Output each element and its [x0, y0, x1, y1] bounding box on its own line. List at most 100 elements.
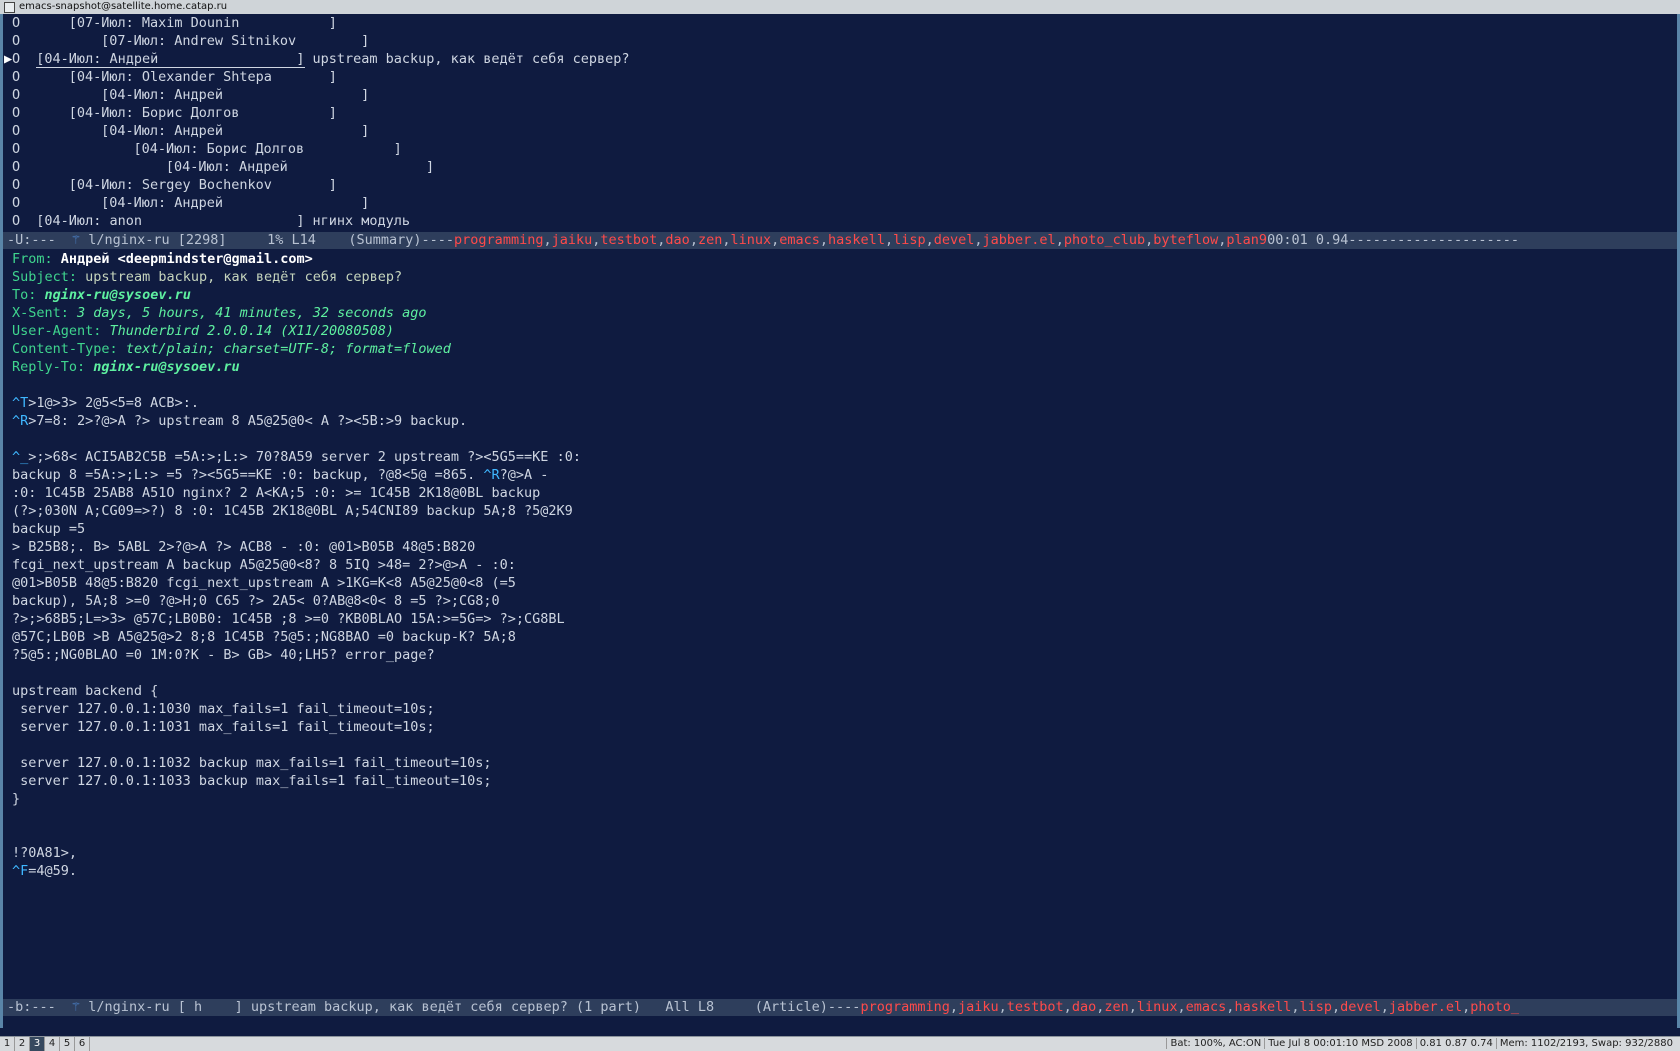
header-name: X-Sent: — [12, 305, 69, 321]
header-name: Content-Type: — [12, 341, 118, 357]
header-name: Subject: — [12, 269, 78, 285]
group-name: haskell — [1234, 999, 1292, 1015]
window-titlebar: emacs-snapshot@satellite.home.catap.ru — [0, 0, 1680, 15]
group-name: jabber.el — [982, 232, 1056, 248]
workspace-button[interactable]: 2 — [15, 1037, 30, 1051]
group-separator: , — [925, 232, 934, 248]
group-name: plan9 — [1226, 232, 1268, 248]
header-name: To: — [12, 287, 37, 303]
header-name: Reply-To: — [12, 359, 86, 375]
body-text: > B25B8;. B> 5ABL 2>?@>A ?> ACB8 - :0: @… — [12, 539, 476, 555]
summary-author: [04-Июл: Olexander Shtepa ] — [68, 69, 337, 85]
group-name: dao — [1071, 999, 1097, 1015]
summary-line[interactable]: O [04-Июл: Андрей ] — [3, 86, 1677, 104]
header-value: 3 days, 5 hours, 41 minutes, 32 seconds … — [77, 305, 427, 321]
group-name: testbot — [1006, 999, 1064, 1015]
modeline-right: 00:01 0.94--------------------- — [1267, 232, 1520, 248]
modeline-buffer-info: l/nginx-ru [ h ] upstream backup, как ве… — [80, 999, 861, 1015]
body-text: ?5@5:;NG0BLAO =0 1M:0?K - B> GB> 40;LH5?… — [12, 647, 435, 663]
header-line: Subject: upstream backup, как ведёт себя… — [3, 268, 1677, 286]
taskbar: 123456 Bat: 100%, AC:ON Tue Jul 8 00:01:1… — [0, 1036, 1680, 1051]
header-value: Андрей <deepmindster@gmail.com> — [60, 251, 313, 267]
summary-author: [07-Июл: Maxim Dounin ] — [68, 15, 337, 31]
body-line: backup 8 =5A:>;L:> =5 ?><5G5==KE :0: bac… — [3, 466, 1677, 484]
group-name: testbot — [600, 232, 658, 248]
summary-line[interactable]: O [04-Июл: Борис Долгов ] — [3, 104, 1677, 122]
body-line — [3, 376, 1677, 394]
group-name: emacs — [1185, 999, 1227, 1015]
article-mark: O — [12, 177, 21, 193]
control-char: ^R — [12, 413, 29, 429]
summary-author: [04-Июл: Андрей ] — [101, 123, 370, 139]
summary-line[interactable]: O [04-Июл: Андрей ] — [3, 194, 1677, 212]
summary-line[interactable]: O [04-Июл: Sergey Bochenkov ] — [3, 176, 1677, 194]
body-line — [3, 808, 1677, 826]
summary-author: [07-Июл: Andrew Sitnikov ] — [101, 33, 370, 49]
group-separator: , — [1332, 999, 1341, 1015]
body-text: :0: 1C45B 25AB8 A51O nginx? 2 A<KA;5 :0:… — [12, 485, 541, 501]
workspace-button[interactable]: 6 — [75, 1037, 90, 1051]
summary-line[interactable]: O [04-Июл: Борис Долгов ] — [3, 140, 1677, 158]
article-mark: O — [12, 33, 21, 49]
group-separator: , — [689, 232, 698, 248]
group-name: linux — [730, 232, 772, 248]
group-name: byteflow — [1153, 232, 1219, 248]
window-icon[interactable] — [4, 2, 15, 13]
body-text: =4@59. — [28, 863, 78, 879]
summary-line[interactable]: O [07-Июл: Maxim Dounin ] — [3, 14, 1677, 32]
group-name: linux — [1136, 999, 1178, 1015]
group-separator: , — [974, 232, 983, 248]
body-line: fcgi_next_upstream A backup A5@25@0<8? 8… — [3, 556, 1677, 574]
summary-line[interactable]: O [04-Июл: Андрей ] — [3, 122, 1677, 140]
summary-entry: [04-Июл: anon ] нгинх модуль — [36, 212, 410, 230]
summary-mode-line[interactable]: -U:--- ⚚ l/nginx-ru [2298] 1% L14 (Summa… — [3, 232, 1677, 249]
header-value: Thunderbird 2.0.0.14 (X11/20080508) — [109, 323, 395, 339]
workspace-button[interactable]: 5 — [60, 1037, 75, 1051]
article-mode-line[interactable]: -b:--- ⚚ l/nginx-ru [ h ] upstream backu… — [3, 999, 1677, 1016]
group-name: emacs — [779, 232, 820, 248]
summary-line[interactable]: O [04-Июл: Андрей ] — [3, 158, 1677, 176]
header-name: From: — [12, 251, 53, 267]
group-name: programming — [860, 999, 950, 1015]
modeline-status: -U:--- — [7, 232, 73, 248]
article-mark: O — [12, 105, 21, 121]
summary-line[interactable]: O [04-Июл: Olexander Shtepa ] — [3, 68, 1677, 86]
minibuffer[interactable] — [3, 1016, 1677, 1028]
summary-buffer[interactable]: O [07-Июл: Maxim Dounin ] O [07-Июл: Andrew… — [3, 14, 1677, 232]
body-text: ?>;>68B5;L=>3> @57C;LB0B0: 1C45B ;8 >=0 … — [12, 611, 565, 627]
group-name: photo_club — [1063, 232, 1146, 248]
body-line: > B25B8;. B> 5ABL 2>?@>A ?> ACB8 - :0: @… — [3, 538, 1677, 556]
summary-author: [04-Июл: Андрей ] — [101, 87, 370, 103]
body-text: !?0A81>, — [12, 845, 78, 861]
body-text: >1@>3> 2@5<5=8 ACB>:. — [28, 395, 199, 411]
article-buffer[interactable]: From: Андрей <deepmindster@gmail.com> Sub… — [3, 250, 1677, 999]
summary-line[interactable]: ▶ O [04-Июл: Андрей ] upstream backup, как … — [3, 50, 1677, 68]
summary-line[interactable]: O [04-Июл: anon ] нгинх модуль — [3, 212, 1677, 230]
workspace-button[interactable]: 3 — [30, 1037, 45, 1051]
summary-subject: нгинх модуль — [312, 213, 411, 229]
body-line: server 127.0.0.1:1031 max_fails=1 fail_t… — [3, 718, 1677, 736]
group-name: jaiku — [957, 999, 999, 1015]
group-separator: , — [819, 232, 829, 248]
header-value: nginx-ru@sysoev.ru — [93, 359, 240, 375]
summary-author: [04-Июл: Андрей ] — [36, 51, 305, 68]
body-line: server 127.0.0.1:1032 backup max_fails=1… — [3, 754, 1677, 772]
emacs-frame[interactable]: O [07-Июл: Maxim Dounin ] O [07-Июл: Andrew… — [0, 14, 1680, 1028]
body-line: @57C;LB0B >B A5@25@>2 8;8 1C45B ?5@5:;NG… — [3, 628, 1677, 646]
article-mark: O — [12, 141, 21, 157]
workspace-button[interactable]: 1 — [0, 1037, 15, 1051]
control-char: ^_ — [12, 449, 29, 465]
summary-line[interactable]: O [07-Июл: Andrew Sitnikov ] — [3, 32, 1677, 50]
body-text: server 127.0.0.1:1033 backup max_fails=1… — [12, 773, 492, 789]
workspace-button[interactable]: 4 — [45, 1037, 60, 1051]
article-mark: O — [12, 51, 21, 67]
summary-entry: [04-Июл: Борис Долгов ] — [69, 104, 337, 122]
gnus-icon: ⚚ — [72, 999, 81, 1015]
control-char: ^R — [483, 467, 500, 483]
modeline-status: -b:--- — [7, 999, 73, 1015]
body-line: :0: 1C45B 25AB8 A51O nginx? 2 A<KA;5 :0:… — [3, 484, 1677, 502]
body-line: backup), 5A;8 >=0 ?@>H;0 C65 ?> 2A5< 0?A… — [3, 592, 1677, 610]
summary-author: [04-Июл: Андрей ] — [165, 159, 435, 175]
header-line: X-Sent: 3 days, 5 hours, 41 minutes, 32 … — [3, 304, 1677, 322]
body-text: backup 8 =5A:>;L:> =5 ?><5G5==KE :0: bac… — [12, 467, 484, 483]
